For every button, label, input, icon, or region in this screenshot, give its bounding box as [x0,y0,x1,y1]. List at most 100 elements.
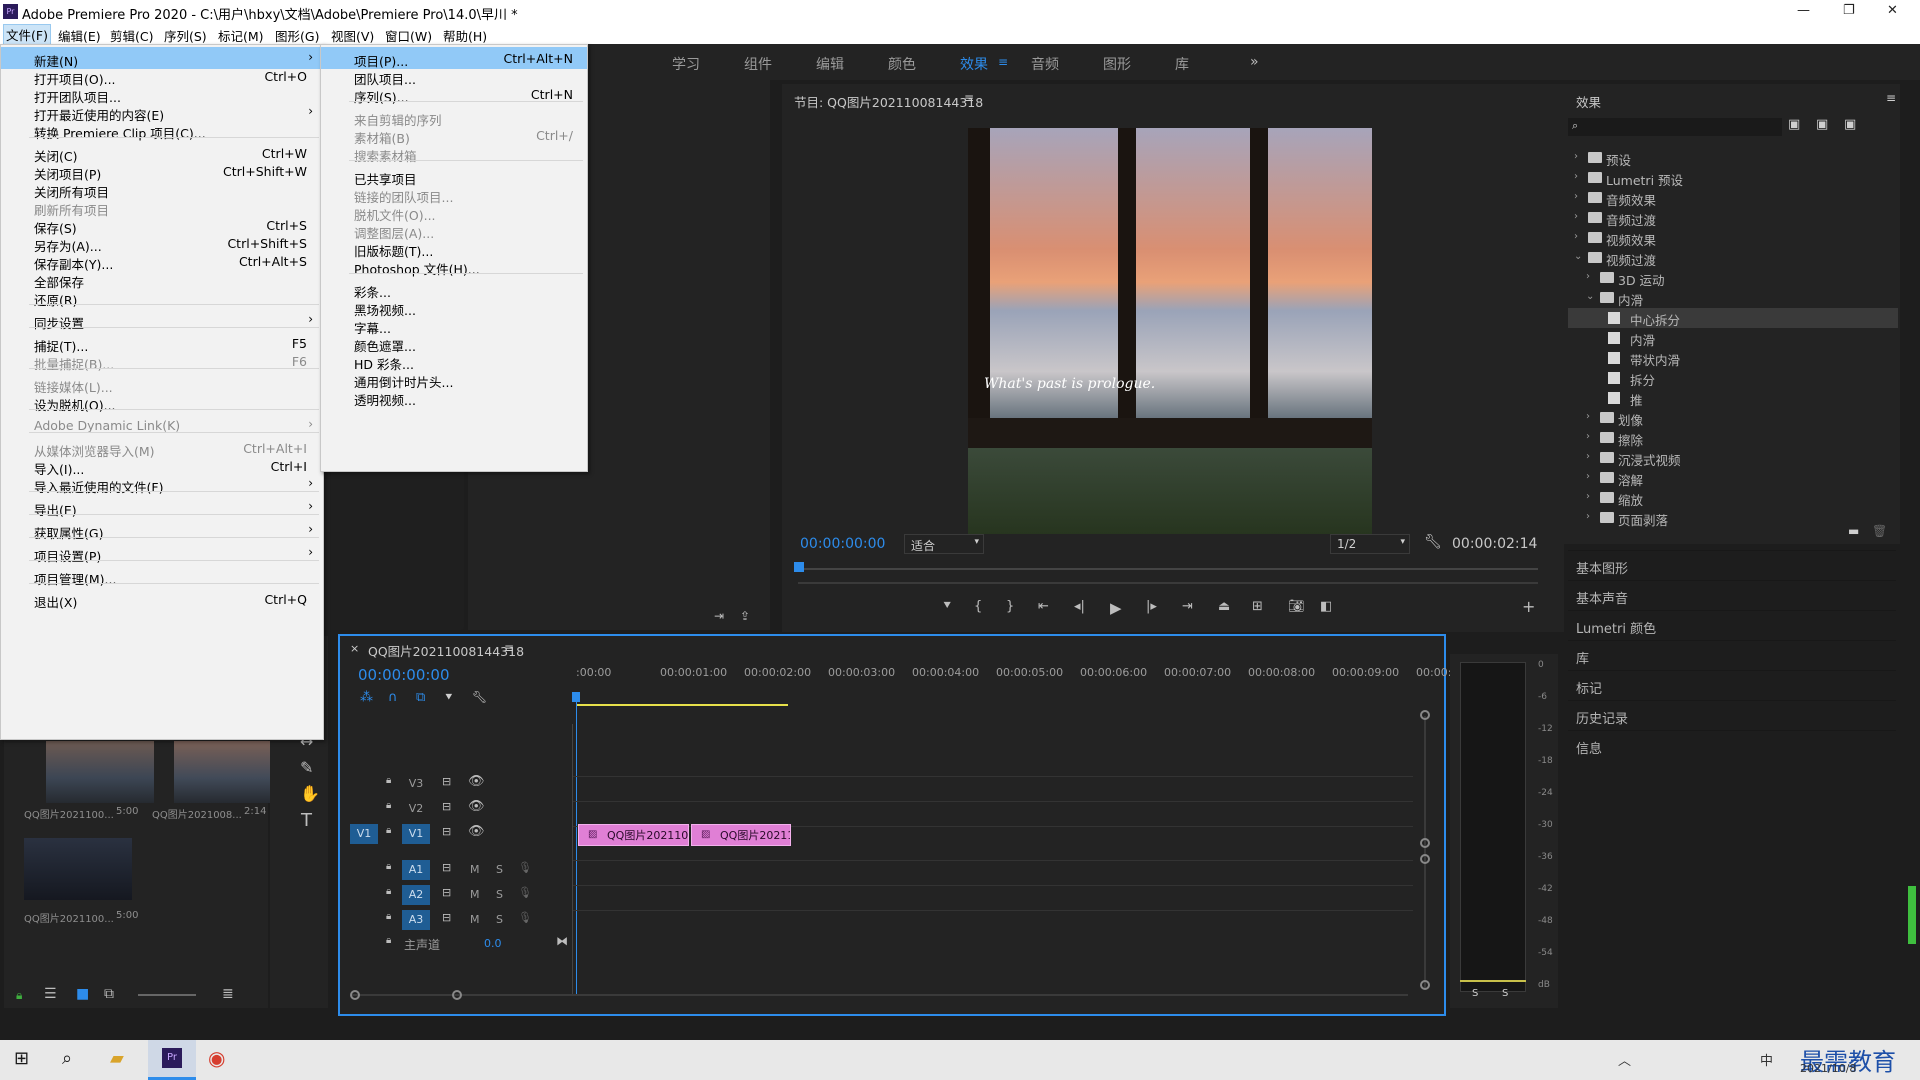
scroll-handle-right[interactable] [452,990,462,1000]
extract-icon[interactable]: ⊞ [1252,599,1263,614]
premiere-taskbar-button[interactable]: Pr [148,1040,196,1080]
track-target-a2[interactable]: A2 [402,885,430,905]
scroll-handle-mid[interactable] [1420,838,1430,848]
eye-icon[interactable]: 👁︎ [468,824,485,839]
freeform-view-icon[interactable]: ⧉ [104,986,114,1002]
mute-button[interactable]: M [470,913,480,926]
eye-icon[interactable]: 👁︎ [468,799,485,814]
scroll-handle-left[interactable] [350,990,360,1000]
effects-tree-item[interactable]: › 溶解 [1568,468,1898,488]
chevron-right-icon[interactable]: › [1586,411,1590,422]
new-bin-icon[interactable]: ▬ [1848,524,1859,538]
snap-icon[interactable]: ∩ [388,690,398,705]
chevron-down-icon[interactable]: ⌄ [1574,251,1582,262]
work-area-bar[interactable] [576,704,788,706]
scroll-handle-bottom[interactable] [1420,980,1430,990]
panel-menu-icon[interactable]: ≡ [504,641,514,655]
chevron-right-icon[interactable]: › [1574,211,1578,222]
insert-icon[interactable]: ⇥ [714,609,724,623]
panel-info[interactable]: 信息 [1568,730,1896,1008]
workspace-graphics[interactable]: 图形 [1103,54,1131,74]
sync-lock-icon[interactable]: ⊟ [442,825,451,838]
effects-tree-item[interactable]: 带状内滑 [1568,348,1898,368]
track-target-a1[interactable]: A1 [402,860,430,880]
workspace-menu-icon[interactable]: ≡ [998,55,1008,69]
workspace-editing[interactable]: 编辑 [816,54,844,74]
playhead[interactable] [576,694,577,994]
workspace-effects[interactable]: 效果 [960,54,988,74]
ime-indicator[interactable]: 中 [1760,1050,1773,1069]
time-ruler[interactable]: :00:00 00:00:01:00 00:00:02:00 00:00:03:00 0… [576,666,1451,696]
panel-menu-icon[interactable]: ≡ [964,91,974,105]
chevron-right-icon[interactable]: › [1586,491,1590,502]
lock-icon[interactable]: 🔒︎ [386,886,391,897]
lock-icon[interactable]: 🔒︎ [16,988,22,1003]
project-thumbnail[interactable] [46,741,154,803]
type-tool-icon[interactable]: T [301,810,312,831]
chevron-right-icon[interactable]: › [1574,171,1578,182]
marker-icon[interactable]: ⯆ [942,599,952,614]
32bit-effects-icon[interactable]: ▣ [1816,117,1828,132]
step-forward-icon[interactable]: |▸ [1146,599,1157,614]
go-to-in-icon[interactable]: ⇤ [1038,599,1049,614]
close-icon[interactable]: ✕ [1887,3,1898,18]
search-icon[interactable]: ⌕ [62,1048,72,1069]
mute-button[interactable]: M [470,863,480,876]
nest-icon[interactable]: ⁂ [360,690,373,705]
panel-libraries[interactable]: 库 [1568,640,1896,670]
solo-button[interactable]: S [496,913,503,926]
microphone-icon[interactable]: 🎙︎ [518,911,532,924]
lock-icon[interactable]: 🔒︎ [386,775,391,786]
program-timecode[interactable]: 00:00:00:00 [800,536,885,552]
workspace-audio[interactable]: 音频 [1031,54,1059,74]
program-playhead[interactable] [794,562,804,572]
step-back-icon[interactable]: ◂| [1074,599,1085,614]
pen-tool-icon[interactable]: ✎ [300,758,313,777]
file-menu-item[interactable]: 退出(X) Ctrl+Q [1,588,323,610]
microphone-icon[interactable]: 🎙︎ [518,886,532,899]
lock-icon[interactable]: 🔒︎ [386,825,391,836]
go-to-out-icon[interactable]: ⇥ [1182,599,1193,614]
panel-history[interactable]: 历史记录 [1568,700,1896,730]
mark-out-icon[interactable]: } [1006,599,1014,614]
yuv-effects-icon[interactable]: ▣ [1844,117,1856,132]
menu-edit[interactable]: 编辑(E) [58,26,101,45]
workspace-learn[interactable]: 学习 [672,54,700,74]
sync-lock-icon[interactable]: ⊟ [442,886,451,899]
lift-icon[interactable]: ⏏ [1218,599,1230,614]
lock-icon[interactable]: 🔒︎ [386,861,391,872]
track-target-a3[interactable]: A3 [402,910,430,930]
horizontal-scrollbar[interactable] [352,994,1408,996]
solo-button[interactable]: S [496,863,503,876]
chevron-right-icon[interactable]: › [1586,451,1590,462]
effects-tree-item[interactable]: 拆分 [1568,368,1898,388]
chevron-up-icon[interactable]: ︿ [1618,1050,1631,1069]
timeline-tab[interactable]: QQ图片20211008144318 [368,641,524,660]
chevron-right-icon[interactable]: › [1586,471,1590,482]
settings-wrench-icon[interactable]: 🔧︎ [1424,534,1442,550]
effects-tree-item[interactable]: › 擦除 [1568,428,1898,448]
menu-file[interactable]: 文件(F) [3,24,51,45]
workspace-libraries[interactable]: 库 [1175,54,1189,74]
sync-lock-icon[interactable]: ⊟ [442,861,451,874]
menu-help[interactable]: 帮助(H) [443,26,487,45]
windows-start-icon[interactable]: ⊞ [14,1048,29,1069]
list-view-icon[interactable]: ☰ [44,986,57,1002]
effects-tree-item[interactable]: ⌄ 视频过渡 [1568,248,1898,268]
delete-icon[interactable]: 🗑︎ [1872,524,1887,538]
sort-icon[interactable]: ≣ [222,986,234,1002]
fit-select[interactable]: 适合 ▾ [904,534,984,554]
project-thumbnail[interactable] [24,838,132,900]
chevron-right-icon[interactable]: › [1574,191,1578,202]
program-zoom-bar[interactable] [798,582,1538,584]
sync-lock-icon[interactable]: ⊟ [442,775,451,788]
menu-graphics[interactable]: 图形(G) [275,26,319,45]
playhead-handle[interactable] [572,692,580,702]
vertical-scrollbar[interactable] [1424,716,1426,988]
effects-search-input[interactable]: ⌕ [1568,118,1782,136]
track-target-v3[interactable]: V3 [402,774,430,794]
sync-lock-icon[interactable]: ⊟ [442,911,451,924]
effects-tree-item[interactable]: › Lumetri 预设 [1568,168,1898,188]
lock-icon[interactable]: 🔒︎ [386,935,391,946]
close-tab-icon[interactable]: × [350,642,359,655]
